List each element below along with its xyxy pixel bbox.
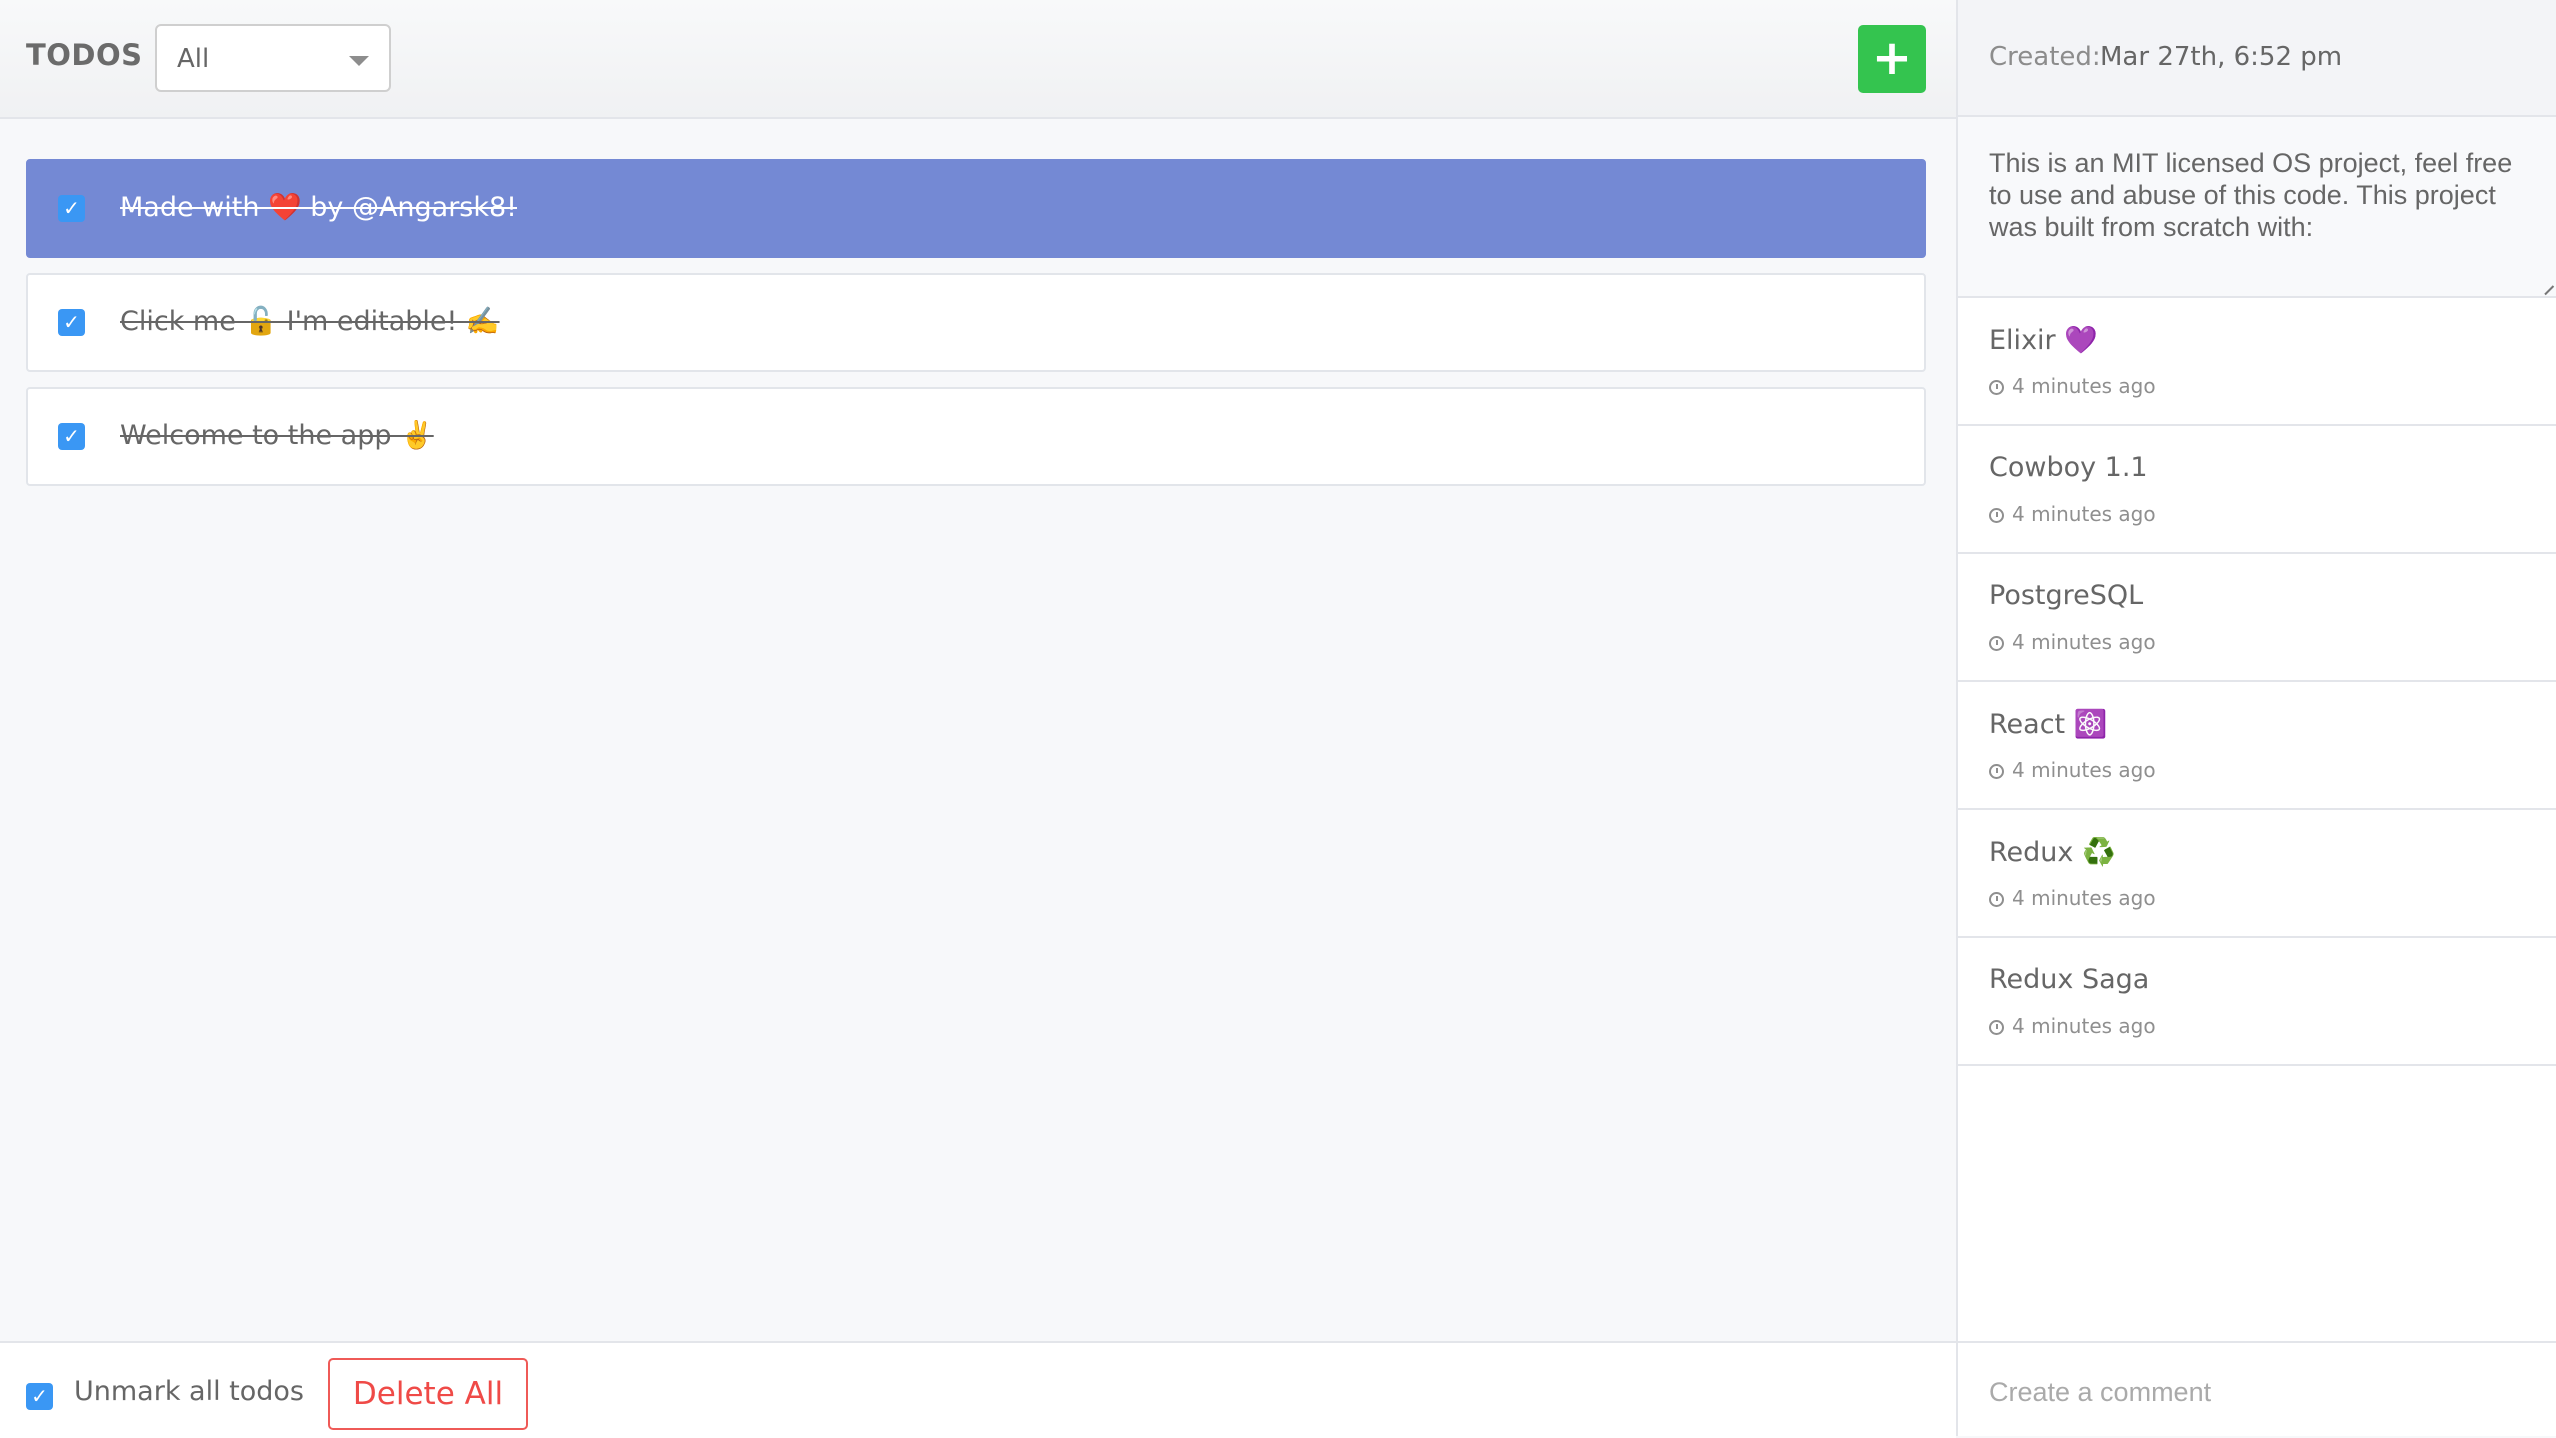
created-label: Created:: [1989, 42, 2101, 72]
filter-selected-value: All: [177, 44, 210, 74]
description-textarea[interactable]: This is an MIT licensed OS project, feel…: [1958, 117, 2556, 298]
clock-icon: [1989, 764, 2004, 779]
clock-icon: [1989, 636, 2004, 651]
comment-meta: 4 minutes ago: [1989, 886, 2156, 910]
comment-meta: 4 minutes ago: [1989, 1014, 2156, 1038]
description-text: This is an MIT licensed OS project, feel…: [1989, 148, 2513, 242]
comment-meta: 4 minutes ago: [1989, 630, 2156, 654]
clock-icon: [1989, 380, 2004, 395]
todos-footer: ✓ Unmark all todos Delete All: [0, 1341, 1956, 1438]
app-title: TODOS: [26, 38, 143, 72]
comment-time: 4 minutes ago: [2012, 758, 2156, 782]
comment-meta: 4 minutes ago: [1989, 502, 2156, 526]
todo-checkbox[interactable]: ✓: [58, 423, 85, 450]
todo-item[interactable]: ✓ Click me 🔓 I'm editable! ✍️: [26, 273, 1926, 372]
todos-header: TODOS All +: [0, 0, 1956, 119]
sidebar-header: Created: Mar 27th, 6:52 pm: [1958, 0, 2556, 117]
comment-title: React ⚛️: [1989, 709, 2108, 740]
comment-title: Redux Saga: [1989, 964, 2150, 995]
comment-time: 4 minutes ago: [2012, 630, 2156, 654]
comment-input[interactable]: Create a comment: [1989, 1377, 2211, 1408]
clock-icon: [1989, 1020, 2004, 1035]
plus-icon: +: [1871, 30, 1913, 86]
todo-checkbox[interactable]: ✓: [58, 309, 85, 336]
comment-item: Redux Saga 4 minutes ago: [1958, 938, 2556, 1066]
comment-time: 4 minutes ago: [2012, 374, 2156, 398]
todo-item[interactable]: ✓ Made with ❤️ by @Angarsk8!: [26, 159, 1926, 258]
comment-title: Elixir 💜: [1989, 325, 2098, 356]
todo-checkbox[interactable]: ✓: [58, 195, 85, 222]
comment-meta: 4 minutes ago: [1989, 758, 2156, 782]
comment-meta: 4 minutes ago: [1989, 374, 2156, 398]
comment-title: Redux ♻️: [1989, 837, 2116, 868]
delete-all-button[interactable]: Delete All: [328, 1358, 528, 1430]
comment-time: 4 minutes ago: [2012, 502, 2156, 526]
todos-panel: TODOS All + ✓ Made with ❤️ by @Angarsk8!…: [0, 0, 1956, 1438]
toggle-all-checkbox[interactable]: ✓: [26, 1383, 53, 1410]
comment-item: React ⚛️ 4 minutes ago: [1958, 682, 2556, 810]
todo-item[interactable]: ✓ Welcome to the app ✌️: [26, 387, 1926, 486]
todo-list: ✓ Made with ❤️ by @Angarsk8! ✓ Click me …: [26, 159, 1926, 501]
clock-icon: [1989, 892, 2004, 907]
comment-item: Redux ♻️ 4 minutes ago: [1958, 810, 2556, 938]
todo-text[interactable]: Welcome to the app ✌️: [120, 419, 434, 451]
toggle-all-label[interactable]: Unmark all todos: [74, 1376, 304, 1407]
created-value: Mar 27th, 6:52 pm: [2100, 42, 2343, 72]
filter-select[interactable]: All: [155, 24, 391, 92]
add-todo-button[interactable]: +: [1858, 25, 1926, 93]
comment-time: 4 minutes ago: [2012, 886, 2156, 910]
comment-item: PostgreSQL 4 minutes ago: [1958, 554, 2556, 682]
comment-composer[interactable]: Create a comment: [1958, 1341, 2556, 1436]
comment-item: Elixir 💜 4 minutes ago: [1958, 298, 2556, 426]
comment-item: Cowboy 1.1 4 minutes ago: [1958, 426, 2556, 554]
comment-title: Cowboy 1.1: [1989, 452, 2148, 483]
detail-sidebar: Created: Mar 27th, 6:52 pm This is an MI…: [1956, 0, 2556, 1436]
clock-icon: [1989, 508, 2004, 523]
comment-title: PostgreSQL: [1989, 580, 2144, 611]
chevron-down-icon: [349, 56, 369, 66]
todo-text[interactable]: Made with ❤️ by @Angarsk8!: [120, 191, 517, 223]
comment-time: 4 minutes ago: [2012, 1014, 2156, 1038]
todo-text[interactable]: Click me 🔓 I'm editable! ✍️: [120, 305, 500, 337]
resize-handle-icon[interactable]: [2535, 276, 2555, 296]
